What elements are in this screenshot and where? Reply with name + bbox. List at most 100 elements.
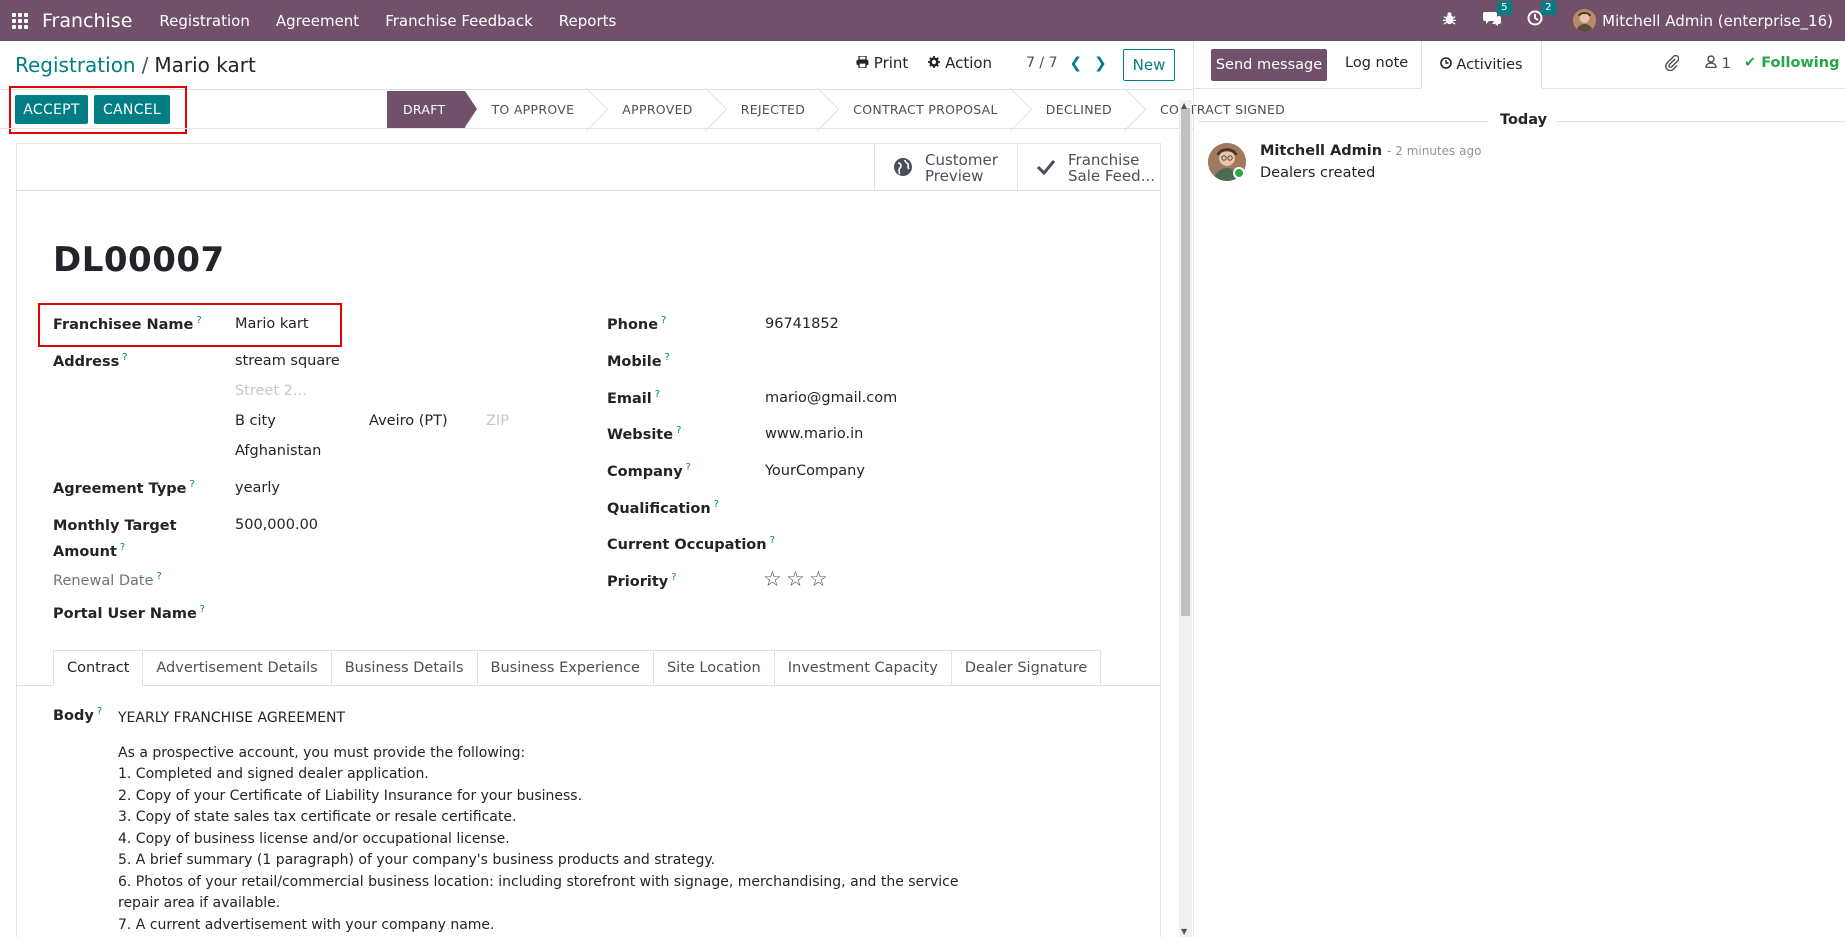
scroll-up-icon[interactable]: ▲ [1181,101,1187,110]
help-icon: ? [664,352,670,363]
user-icon [1705,55,1722,72]
street2-field[interactable]: Street 2... [235,383,307,399]
help-icon: ? [685,462,691,473]
portal-user-label: Portal User Name? [53,604,206,622]
activities-button[interactable]: Activities [1421,41,1542,88]
attachment-paperclip-icon[interactable] [1665,54,1680,75]
highlight-box-buttons [9,86,187,134]
clock-icon [1440,56,1453,73]
website-field[interactable]: www.mario.in [765,426,863,442]
log-note-button[interactable]: Log note [1345,55,1408,71]
print-label: Print [873,54,909,72]
debug-bug-icon[interactable] [1442,11,1457,31]
message-timestamp: - 2 minutes ago [1387,144,1482,158]
chatter-separator [1193,41,1194,937]
contract-line: 4. Copy of business license and/or occup… [118,830,510,847]
highlight-box-franchisee-name [38,303,342,347]
send-message-button[interactable]: Send message [1211,49,1327,81]
smart-button-row: Customer Preview Franchise Sale Feed... [17,144,1160,191]
stage-contract-proposal[interactable]: CONTRACT PROPOSAL [827,91,1020,128]
zip-field[interactable]: ZIP [486,413,509,429]
tab-investment-capacity[interactable]: Investment Capacity [774,650,952,686]
stage-rejected[interactable]: REJECTED [715,91,827,128]
stage-arrow [465,91,478,127]
breadcrumb-separator: / [141,53,149,77]
country-field[interactable]: Afghanistan [235,443,321,459]
date-separator-label: Today [1500,112,1548,128]
email-field[interactable]: mario@gmail.com [765,390,897,406]
menu-reports[interactable]: Reports [559,12,617,30]
contract-body-field[interactable]: YEARLY FRANCHISE AGREEMENT As a prospect… [118,708,958,936]
monthly-target-field[interactable]: 500,000.00 [235,517,318,533]
menu-franchise-feedback[interactable]: Franchise Feedback [385,12,533,30]
messages-badge: 5 [1497,1,1512,15]
notebook-tabs: Contract Advertisement Details Business … [53,650,1102,686]
messages-icon[interactable]: 5 [1483,1,1512,31]
breadcrumb-registration[interactable]: Registration [15,53,136,77]
app-name[interactable]: Franchise [42,10,132,32]
contract-line: 6. Photos of your retail/commercial busi… [118,873,959,890]
menu-registration[interactable]: Registration [159,12,249,30]
menu-agreement[interactable]: Agreement [276,12,359,30]
app-grid-icon[interactable] [12,12,28,29]
pager-value[interactable]: 7 / 7 [1026,55,1057,71]
action-button[interactable]: Action [928,54,992,72]
pager-previous-icon[interactable]: ❮ [1070,54,1083,72]
priority-star-icon[interactable]: ☆ [763,567,782,591]
contract-line: As a prospective account, you must provi… [118,744,526,761]
state-field[interactable]: Aveiro (PT) [369,413,448,429]
help-icon: ? [96,706,103,717]
franchise-sale-feedback-button[interactable]: Franchise Sale Feed... [1017,144,1160,191]
stage-approved[interactable]: APPROVED [596,91,714,128]
body-label: Body? [53,706,103,724]
globe-icon [893,157,913,178]
tab-contract[interactable]: Contract [53,650,144,686]
stage-contract-signed[interactable]: CONTRACT SIGNED [1134,91,1285,128]
activities-clock-icon[interactable]: 2 [1527,1,1556,31]
record-reference: DL00007 [53,240,225,280]
scroll-down-icon[interactable]: ▼ [1181,927,1187,936]
phone-field[interactable]: 96741852 [765,316,839,332]
agreement-type-field[interactable]: yearly [235,480,280,496]
contract-line: YEARLY FRANCHISE AGREEMENT [118,710,346,726]
tab-business-details[interactable]: Business Details [331,650,478,686]
action-label: Action [945,54,993,72]
tab-business-experience[interactable]: Business Experience [477,650,654,686]
stage-declined[interactable]: DECLINED [1020,91,1134,128]
chatter-top-divider [1193,88,1421,89]
tab-dealer-signature[interactable]: Dealer Signature [951,650,1102,686]
followers-button[interactable]: 1 [1705,55,1731,72]
city-field[interactable]: B city [235,413,276,429]
stage-label: CONTRACT PROPOSAL [853,102,998,117]
following-button[interactable]: ✔ Following [1744,55,1839,71]
priority-star-icon[interactable]: ☆ [786,567,805,591]
stage-draft[interactable]: DRAFT [387,91,478,128]
contract-line: 7. A current advertisement with your com… [118,916,495,933]
breadcrumb-current: Mario kart [154,53,256,77]
print-icon [856,54,874,72]
tab-site-location[interactable]: Site Location [653,650,775,686]
customer-preview-button[interactable]: Customer Preview [874,144,1017,191]
renewal-date-label: Renewal Date? [53,571,162,589]
street-field[interactable]: stream square [235,353,340,369]
message-author: Mitchell Admin - 2 minutes ago [1260,143,1482,159]
stage-to-approve[interactable]: TO APPROVE [465,91,596,128]
feedback-line2: Sale Feed... [1068,166,1155,185]
website-label: Website? [607,425,682,443]
priority-star-icon[interactable]: ☆ [809,567,828,591]
help-icon: ? [199,604,206,615]
agreement-type-label: Agreement Type? [53,479,195,497]
status-pipeline: DRAFT TO APPROVE APPROVED REJECTED CONTR… [387,91,1285,128]
help-icon: ? [156,571,162,582]
qualification-label: Qualification? [607,499,720,517]
scrollbar-thumb[interactable] [1181,108,1190,616]
new-button[interactable]: New [1123,49,1175,81]
tab-advertisement-details[interactable]: Advertisement Details [143,650,332,686]
user-name[interactable]: Mitchell Admin (enterprise_16) [1602,12,1833,30]
pager-next-icon[interactable]: ❯ [1094,54,1107,72]
company-field[interactable]: YourCompany [765,463,865,479]
print-button[interactable]: Print [856,54,908,72]
top-navbar: Franchise Registration Agreement Franchi… [0,0,1845,41]
contract-line [118,730,958,743]
user-avatar[interactable] [1573,9,1597,32]
